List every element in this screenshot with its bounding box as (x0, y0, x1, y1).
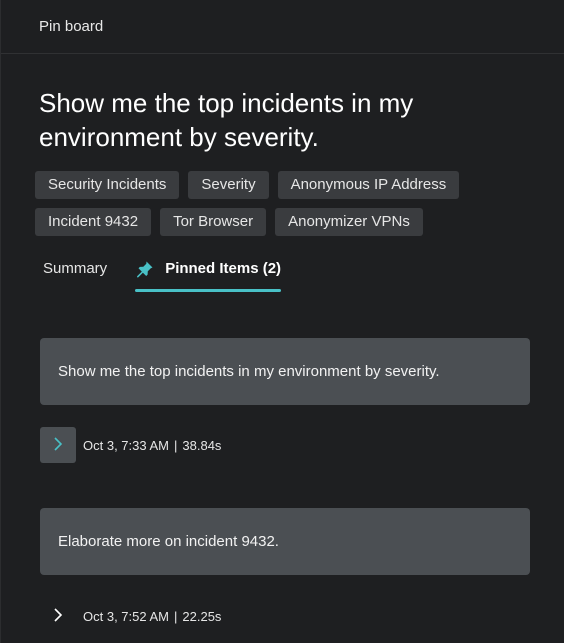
pinned-item-duration: 22.25s (182, 608, 222, 624)
tab-bar: Summary Pinned Items (2) (43, 254, 281, 294)
pinned-item-meta: Oct 3, 7:33 AM | 38.84s (40, 427, 221, 463)
pinned-item-card[interactable]: Elaborate more on incident 9432. (40, 508, 530, 575)
pinned-item-text: Elaborate more on incident 9432. (58, 533, 279, 550)
pinned-item-meta: Oct 3, 7:52 AM | 22.25s (40, 598, 221, 634)
pin-board-panel: Pin board Show me the top incidents in m… (0, 0, 564, 643)
expand-button[interactable] (40, 598, 76, 634)
pinned-item-text: Show me the top incidents in my environm… (58, 363, 440, 380)
meta-separator: | (174, 608, 178, 624)
tag-security-incidents[interactable]: Security Incidents (35, 171, 180, 199)
tag-incident-9432[interactable]: Incident 9432 (35, 208, 152, 236)
tab-pinned-items[interactable]: Pinned Items (2) (135, 254, 281, 292)
tab-pinned-items-label: Pinned Items (2) (165, 260, 282, 277)
expand-button[interactable] (40, 427, 76, 463)
chevron-right-icon (52, 436, 64, 455)
tag-anonymizer-vpns[interactable]: Anonymizer VPNs (275, 208, 423, 236)
pinned-item-timestamp: Oct 3, 7:33 AM (83, 437, 169, 453)
meta-separator: | (174, 437, 178, 453)
tag-list: Security Incidents Severity Anonymous IP… (35, 171, 505, 236)
panel-title: Pin board (39, 18, 104, 35)
tag-tor-browser[interactable]: Tor Browser (160, 208, 267, 236)
panel-header: Pin board (1, 0, 564, 54)
tag-severity[interactable]: Severity (188, 171, 269, 199)
pinned-item-timestamp: Oct 3, 7:52 AM (83, 608, 169, 624)
tab-summary[interactable]: Summary (43, 254, 107, 292)
pin-icon (135, 259, 155, 279)
prompt-heading: Show me the top incidents in my environm… (39, 88, 414, 152)
pinned-item-card[interactable]: Show me the top incidents in my environm… (40, 338, 530, 405)
chevron-right-icon (52, 607, 64, 626)
tab-summary-label: Summary (43, 260, 108, 277)
tag-anonymous-ip-address[interactable]: Anonymous IP Address (277, 171, 460, 199)
pinned-item-duration: 38.84s (182, 437, 222, 453)
